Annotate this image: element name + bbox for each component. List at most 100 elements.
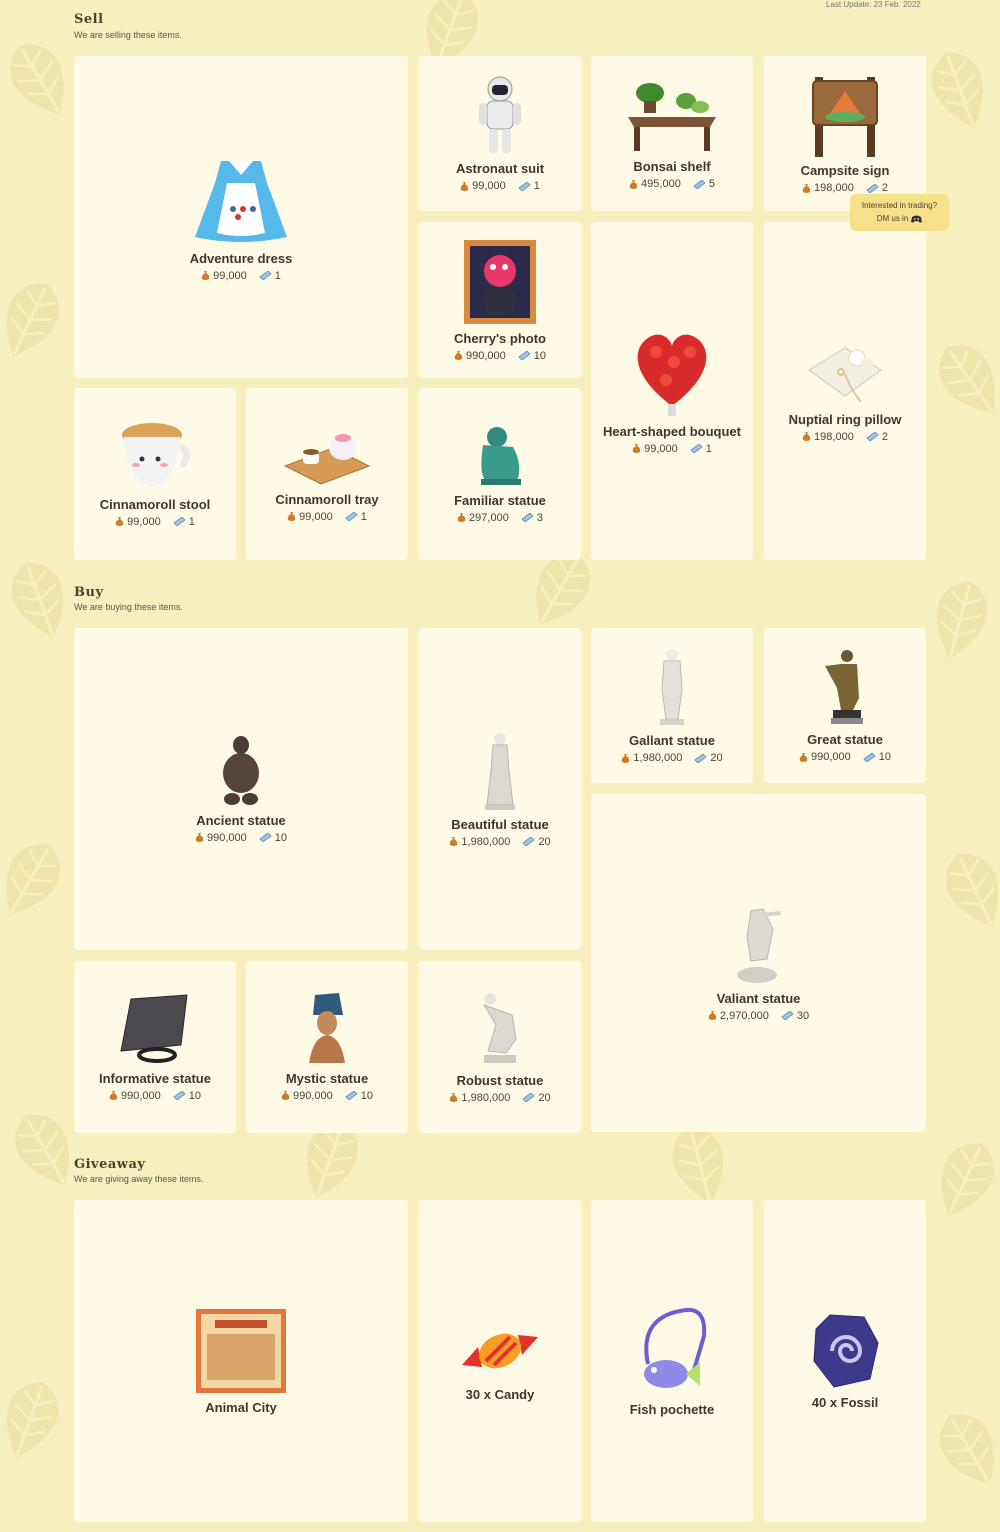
candy-icon [460,1321,540,1381]
bells-value: 99,000 [127,515,161,528]
item-card[interactable]: Great statue 990,000 10 [764,628,926,783]
nook-miles-ticket-icon [863,752,876,762]
item-card[interactable]: Animal City [74,1200,408,1522]
item-price: 99,000 1 [115,516,195,528]
bell-bag-icon [629,179,638,189]
item-card[interactable]: Informative statue 990,000 10 [74,961,236,1133]
bell-bag-icon [632,444,641,453]
campsite-sign-icon [811,73,879,157]
item-card[interactable]: Campsite sign 198,000 2 [764,56,926,211]
ancient-statue-icon [218,735,264,807]
last-update-text: Last Update: 23 Feb. 2022 [826,0,921,9]
item-card[interactable]: Familiar statue 297,000 3 [419,388,581,560]
bells-value: 198,000 [814,182,854,194]
section-title-buy: Buy [74,585,104,600]
item-card[interactable]: 40 x Fossil [764,1200,926,1522]
item-name: Bonsai shelf [633,159,711,174]
tickets-value: 10 [188,1089,201,1102]
item-name: Beautiful statue [451,816,549,832]
bell-bag-icon [450,837,458,846]
item-card[interactable]: Gallant statue 1,980,000 20 [591,628,753,783]
mystic-statue-icon [305,992,349,1065]
item-card[interactable]: Mystic statue 990,000 10 [246,961,408,1133]
item-name: Astronaut suit [455,161,545,176]
item-price: 990,000 10 [454,350,546,362]
nook-miles-ticket-icon [694,753,707,763]
item-name: Mystic statue [285,1070,369,1086]
tickets-value: 10 [360,1089,373,1102]
fish-pochette-icon [634,1306,710,1396]
item-card[interactable]: Heart-shaped bouquet 99,000 1 [591,222,753,560]
trading-tooltip[interactable]: Interested in trading? DM us in [850,194,949,231]
tickets-value: 1 [274,269,281,282]
item-price: 99,000 1 [460,180,540,192]
valiant-statue-icon [733,905,785,985]
bells-value: 495,000 [641,178,681,190]
tooltip-line-1: Interested in trading? [861,201,938,210]
tickets-value: 10 [274,831,287,844]
item-card[interactable]: 30 x Candy [419,1200,581,1522]
item-card[interactable]: Ancient statue 990,000 10 [74,628,408,950]
section-subtitle-buy: We are buying these items. [74,602,183,612]
tickets-value: 20 [538,1091,551,1104]
item-price: 99,000 1 [632,443,712,455]
item-price: 495,000 5 [629,178,715,190]
item-name: Cinnamoroll tray [275,491,379,507]
item-price: 198,000 2 [802,182,888,194]
astronaut-suit-icon [477,75,523,155]
item-name: Campsite sign [800,163,890,178]
item-card[interactable]: Bonsai shelf 495,000 5 [591,56,753,211]
item-price: 297,000 3 [457,512,543,524]
item-price: 990,000 10 [799,751,891,763]
item-name: Animal City [205,1399,277,1415]
item-card[interactable]: Valiant statue 2,970,000 30 [591,794,926,1132]
great-statue-icon [821,648,869,726]
tickets-value: 1 [188,515,195,528]
familiar-statue-icon [475,425,525,487]
informative-statue-icon [117,993,193,1065]
item-card[interactable]: Robust statue 1,980,000 20 [419,961,581,1133]
bell-bag-icon [115,517,124,526]
item-card[interactable]: Cinnamoroll tray 99,000 1 [246,388,408,560]
item-card[interactable]: Cinnamoroll stool 99,000 1 [74,388,236,560]
tickets-value: 2 [881,430,888,443]
item-name: Heart-shaped bouquet [603,423,741,439]
bells-value: 990,000 [206,831,247,844]
bells-value: 198,000 [814,430,854,443]
animal-city-poster-icon [195,1308,287,1394]
item-price: 1,980,000 20 [449,836,551,848]
item-name: Ancient statue [196,812,286,828]
item-card[interactable]: Fish pochette [591,1200,753,1522]
tickets-value: 3 [536,511,543,524]
adventure-dress-icon [191,153,291,245]
item-name: Nuptial ring pillow [788,411,902,427]
item-name: Informative statue [99,1070,211,1086]
nook-miles-ticket-icon [345,512,358,521]
bell-bag-icon [195,833,204,842]
bell-bag-icon [109,1091,118,1100]
nook-miles-ticket-icon [173,1091,186,1100]
bell-bag-icon [708,1011,717,1020]
item-name: Fish pochette [629,1401,715,1417]
bonsai-shelf-icon [626,77,718,153]
item-price: 1,980,000 20 [449,1091,551,1104]
bell-bag-icon [622,753,630,763]
section-subtitle-giveaway: We are giving away these items. [74,1174,204,1184]
item-name: Gallant statue [629,733,715,748]
item-name: Familiar statue [454,492,546,508]
nook-miles-ticket-icon [173,517,186,526]
bells-value: 990,000 [810,751,851,763]
item-card[interactable]: Nuptial ring pillow 198,000 2 [764,222,926,560]
bells-value: 99,000 [644,442,678,455]
item-price: 1,980,000 20 [621,752,723,764]
item-card[interactable]: Cherry's photo 990,000 10 [419,222,581,378]
item-card[interactable]: Beautiful statue 1,980,000 20 [419,628,581,950]
tickets-value: 5 [708,178,715,190]
bell-bag-icon [450,1093,458,1102]
bell-bag-icon [287,512,296,521]
item-name: Adventure dress [189,250,293,266]
item-card[interactable]: Astronaut suit 99,000 1 [419,56,581,211]
nook-miles-ticket-icon [866,432,879,441]
discord-icon [911,215,923,222]
item-card[interactable]: Adventure dress 99,000 1 [74,56,408,378]
